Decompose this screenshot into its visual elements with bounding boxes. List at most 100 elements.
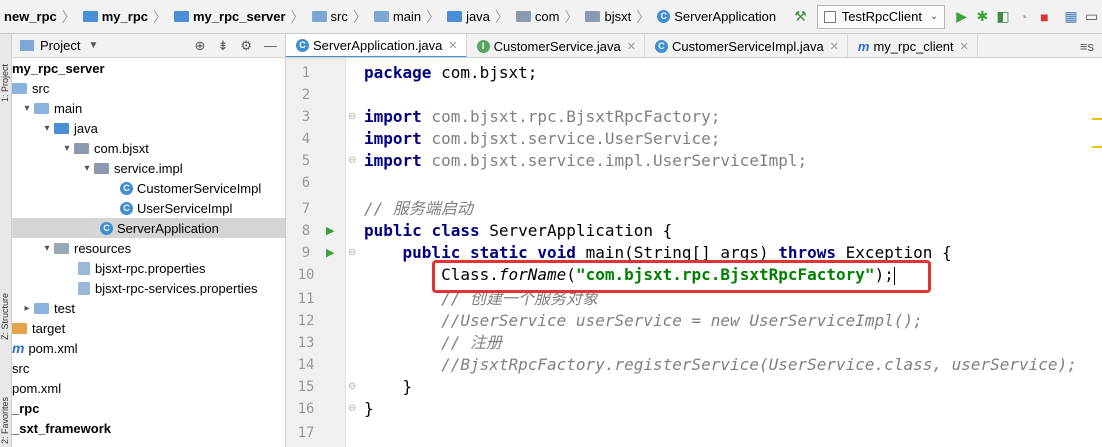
run-gutter-icon[interactable]: ▶ [326,242,336,264]
folder-icon [373,11,389,22]
fold-marker-icon[interactable]: ⊖ [348,150,356,172]
locate-icon[interactable]: ⊕ [195,38,206,54]
tab-customer-service[interactable]: I CustomerService.java ✕ [467,34,645,57]
line-number: 4 [301,131,311,147]
close-icon[interactable]: ✕ [448,39,457,52]
close-icon[interactable]: ✕ [960,40,969,53]
tree-item-service-impl[interactable]: ▾ service.impl [12,158,285,178]
class-icon: C [120,201,133,215]
chevron-right-icon[interactable]: ▸ [20,303,34,314]
scrollbar-warning-marker[interactable] [1092,146,1102,148]
line-number: 10 [297,267,315,283]
project-panel-title[interactable]: Project [40,38,80,53]
side-tab-structure[interactable]: Z: Structure [0,270,12,340]
tab-customer-service-impl[interactable]: C CustomerServiceImpl.java ✕ [645,34,848,57]
tree-item-src-root[interactable]: src [12,358,285,378]
properties-file-icon [78,281,90,295]
breadcrumb-new-rpc[interactable]: new_rpc [0,0,59,33]
breadcrumb-com[interactable]: com [512,0,562,33]
chevron-down-icon[interactable]: ▾ [40,243,54,254]
side-tab-favorites[interactable]: 2: Favorites [0,374,12,444]
tree-item-java[interactable]: ▾ java [12,118,285,138]
code-editor[interactable]: package com.bjsxt; ⊖ import com.bjsxt.rp… [346,58,1102,447]
run-icon[interactable]: ▶ [953,6,970,28]
fold-marker-icon[interactable]: ⊖ [348,398,356,420]
collapse-all-icon[interactable]: ⇟ [217,38,228,54]
line-number: 7 [301,201,311,217]
chevron-down-icon[interactable]: ▾ [60,143,74,154]
stop-icon[interactable]: ■ [1036,6,1053,28]
breadcrumb-separator: 〉 [426,8,441,25]
run-configuration-dropdown[interactable]: TestRpcClient ⌄ [816,4,946,29]
coverage-icon[interactable]: ◧ [995,6,1012,28]
tree-item-pom-root[interactable]: pom.xml [12,378,285,398]
tab-my-rpc-client[interactable]: m my_rpc_client ✕ [848,34,978,57]
scrollbar-warning-marker[interactable] [1092,118,1102,120]
folder-icon [34,102,49,114]
class-icon: C [654,39,668,53]
breadcrumb-separator: 〉 [494,8,509,25]
breadcrumb-separator: 〉 [564,8,579,25]
tree-item-package[interactable]: ▾ com.bjsxt [12,138,285,158]
line-number: 15 [297,379,315,395]
close-icon[interactable]: ✕ [830,40,839,53]
tree-item-test[interactable]: ▸ test [12,298,285,318]
line-number: 6 [301,175,311,191]
navigation-bar: new_rpc 〉 my_rpc 〉 my_rpc_server 〉 src 〉… [0,0,1102,34]
tree-item-sxt-framework[interactable]: _sxt_framework [12,418,285,438]
fold-marker-icon[interactable]: ⊖ [348,376,356,398]
line-number: 2 [301,87,311,103]
tab-server-application[interactable]: C ServerApplication.java ✕ [286,34,467,57]
gear-icon[interactable]: ⚙ [240,38,252,54]
fold-marker-icon[interactable]: ⊖ [348,242,356,264]
hide-icon[interactable]: — [264,38,277,54]
breadcrumb-my-rpc[interactable]: my_rpc [79,0,150,33]
breadcrumb-java[interactable]: java [443,0,492,33]
profile-icon[interactable]: ◔ [1015,6,1032,28]
module-folder-icon [174,11,189,22]
tree-item-target[interactable]: target [12,318,285,338]
layout-icon[interactable]: ▭ [1083,6,1100,28]
tab-overflow-menu[interactable]: ≡s [1070,34,1102,57]
line-number: 11 [297,291,315,307]
tree-item-user-service-impl[interactable]: C UserServiceImpl [12,198,285,218]
tree-item-server-application[interactable]: C ServerApplication [12,218,285,238]
tree-item-rpc[interactable]: _rpc [12,398,285,418]
line-number: 13 [297,335,315,351]
editor-tabs: C ServerApplication.java ✕ I CustomerServic… [286,34,1102,58]
interface-icon: I [476,39,490,53]
chevron-down-icon[interactable]: ▼ [88,40,98,51]
breadcrumb-server-application[interactable]: C ServerApplication [653,0,778,33]
debug-icon[interactable]: ✱ [974,6,991,28]
tree-item-rpc-services-properties[interactable]: bjsxt-rpc-services.properties [12,278,285,298]
code-comment: // 服务端启动 [364,199,473,218]
line-number: 5 [301,153,311,169]
tree-item-customer-service-impl[interactable]: C CustomerServiceImpl [12,178,285,198]
package-icon [585,11,601,22]
run-gutter-icon[interactable]: ▶ [326,220,336,242]
chevron-down-icon[interactable]: ▾ [40,123,54,134]
chevron-down-icon[interactable]: ▾ [80,163,94,174]
fold-marker-icon[interactable]: ⊖ [348,106,356,128]
module-folder-icon [82,11,98,22]
tree-item-resources[interactable]: ▾ resources [12,238,285,258]
line-number: 1 [301,65,311,81]
editor-gutter: 1 2 3 4 5 6 7 8 9 10 11 12 13 14 15 16 1… [286,58,380,447]
breadcrumb-bjsxt[interactable]: bjsxt [581,0,633,33]
tree-item-module[interactable]: my_rpc_server [12,58,285,78]
tree-item-main[interactable]: ▾ main [12,98,285,118]
side-tab-project[interactable]: 1: Project [0,42,12,102]
tree-item-pom[interactable]: m pom.xml [12,338,285,358]
source-folder-icon [54,122,69,134]
breadcrumb-main[interactable]: main [370,0,423,33]
project-structure-icon[interactable]: ▦ [1063,6,1080,28]
breadcrumb-my-rpc-server[interactable]: my_rpc_server [170,0,288,33]
line-number: 9 [301,245,311,261]
close-icon[interactable]: ✕ [627,40,636,53]
tree-item-rpc-properties[interactable]: bjsxt-rpc.properties [12,258,285,278]
chevron-down-icon[interactable]: ▾ [20,103,34,114]
tree-item-src[interactable]: src [12,78,285,98]
build-hammer-icon[interactable]: ⚒ [792,6,809,28]
package-icon [74,142,89,154]
breadcrumb-src[interactable]: src [308,0,350,33]
